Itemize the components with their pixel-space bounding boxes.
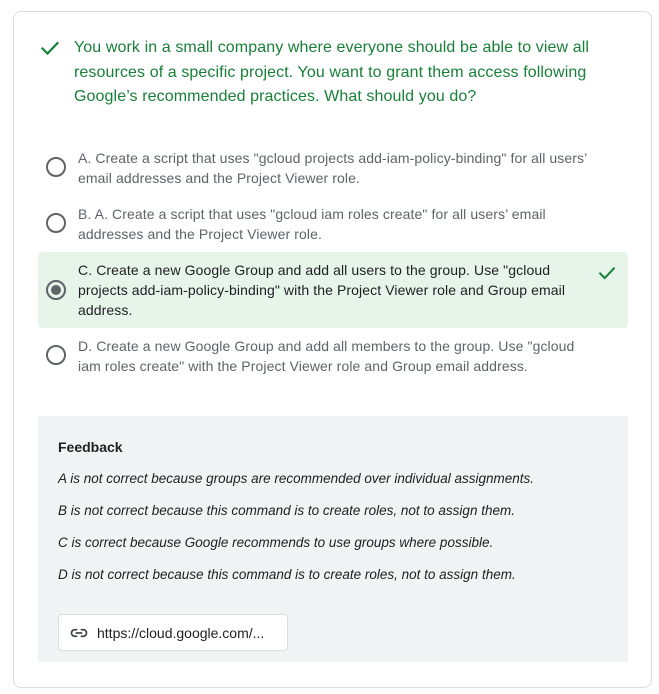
radio-button-b[interactable] <box>46 213 66 233</box>
check-icon <box>40 41 60 56</box>
question-card: You work in a small company where everyo… <box>13 11 652 688</box>
option-c-label: C. Create a new Google Group and add all… <box>78 262 566 318</box>
radio-button-d[interactable] <box>46 345 66 365</box>
option-b-label: B. A. Create a script that uses "gcloud … <box>78 206 546 242</box>
radio-button-a[interactable] <box>46 157 66 177</box>
option-d[interactable]: D. Create a new Google Group and add all… <box>38 328 628 384</box>
feedback-line-a: A is not correct because groups are reco… <box>58 471 534 486</box>
option-c[interactable]: C. Create a new Google Group and add all… <box>38 252 628 328</box>
option-a-label: A. Create a script that uses "gcloud pro… <box>78 150 587 186</box>
option-d-label: D. Create a new Google Group and add all… <box>78 338 575 374</box>
feedback-line-b: B is not correct because this command is… <box>58 503 515 518</box>
feedback-line-d: D is not correct because this command is… <box>58 567 516 582</box>
question-header: You work in a small company where everyo… <box>38 36 628 110</box>
option-a[interactable]: A. Create a script that uses "gcloud pro… <box>38 140 628 196</box>
correct-check-icon <box>598 266 616 280</box>
reference-link[interactable]: https://cloud.google.com/... <box>58 614 288 651</box>
question-text: You work in a small company where everyo… <box>74 39 590 105</box>
option-b[interactable]: B. A. Create a script that uses "gcloud … <box>38 196 628 252</box>
feedback-line-c: C is correct because Google recommends t… <box>58 535 494 550</box>
feedback-panel: Feedback A is not correct because groups… <box>38 416 628 662</box>
radio-selected-dot <box>51 285 61 295</box>
answer-options: A. Create a script that uses "gcloud pro… <box>38 140 628 384</box>
reference-link-text: https://cloud.google.com/... <box>97 624 265 641</box>
link-icon <box>70 628 88 637</box>
radio-button-c[interactable] <box>46 280 66 300</box>
feedback-title: Feedback <box>58 439 123 455</box>
